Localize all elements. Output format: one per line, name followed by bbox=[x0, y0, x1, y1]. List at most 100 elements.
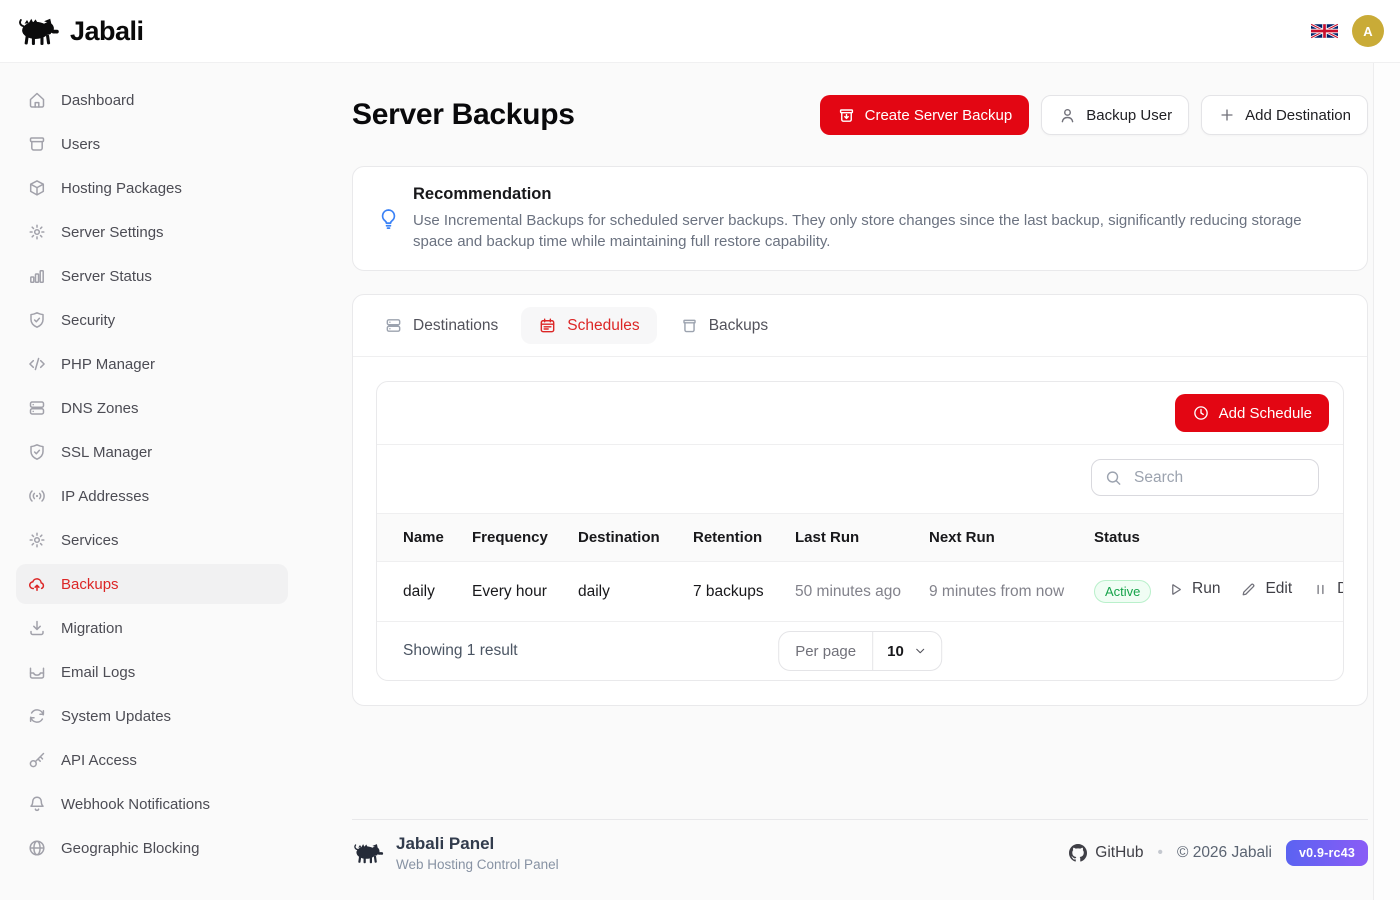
column-header-retention: Retention bbox=[693, 514, 795, 562]
recommendation-card: Recommendation Use Incremental Backups f… bbox=[352, 166, 1368, 271]
sidebar-item-api-access[interactable]: API Access bbox=[16, 740, 288, 780]
cell-name: daily bbox=[377, 562, 472, 622]
tab-backups[interactable]: Backups bbox=[663, 307, 785, 344]
sidebar-item-hosting-packages[interactable]: Hosting Packages bbox=[16, 168, 288, 208]
main-content: Server Backups Create Server Backup Back… bbox=[304, 63, 1400, 890]
sidebar-item-label: System Updates bbox=[61, 708, 171, 725]
pause-icon bbox=[1312, 581, 1329, 598]
sidebar-item-backups[interactable]: Backups bbox=[16, 564, 288, 604]
edit-action[interactable]: Edit bbox=[1240, 580, 1292, 598]
footer-tagline: Web Hosting Control Panel bbox=[396, 857, 559, 872]
column-header-next-run: Next Run bbox=[929, 514, 1094, 562]
cell-last-run: 50 minutes ago bbox=[795, 562, 929, 622]
schedules-table: Name Frequency Destination Retention Las… bbox=[377, 513, 1343, 622]
sidebar-item-server-settings[interactable]: Server Settings bbox=[16, 212, 288, 252]
github-icon bbox=[1069, 844, 1087, 862]
per-page-label: Per page bbox=[779, 632, 873, 670]
sidebar-item-label: Migration bbox=[61, 620, 123, 637]
sidebar-item-php-manager[interactable]: PHP Manager bbox=[16, 344, 288, 384]
version-badge: v0.9-rc43 bbox=[1286, 840, 1368, 866]
sidebar-item-webhook-notifications[interactable]: Webhook Notifications bbox=[16, 784, 288, 824]
sidebar-item-label: PHP Manager bbox=[61, 356, 155, 373]
sidebar-item-dashboard[interactable]: Dashboard bbox=[16, 80, 288, 120]
disable-action[interactable]: Disable bbox=[1312, 580, 1343, 598]
sidebar: Dashboard Users Hosting Packages Server … bbox=[0, 63, 304, 900]
button-label: Backup User bbox=[1086, 107, 1172, 124]
sidebar-item-label: Users bbox=[61, 136, 100, 153]
code-icon bbox=[27, 354, 47, 374]
boar-logo-icon bbox=[16, 16, 60, 46]
sidebar-item-ip-addresses[interactable]: IP Addresses bbox=[16, 476, 288, 516]
tab-label: Backups bbox=[709, 317, 768, 335]
user-avatar[interactable]: A bbox=[1352, 15, 1384, 47]
footer: Jabali Panel Web Hosting Control Panel G… bbox=[352, 819, 1368, 890]
brand-name: Jabali bbox=[70, 16, 144, 47]
per-page-select[interactable]: 10 bbox=[873, 632, 941, 670]
sidebar-item-label: API Access bbox=[61, 752, 137, 769]
sidebar-item-label: Geographic Blocking bbox=[61, 840, 199, 857]
download-icon bbox=[27, 618, 47, 638]
broadcast-icon bbox=[27, 486, 47, 506]
sidebar-item-server-status[interactable]: Server Status bbox=[16, 256, 288, 296]
footer-brand: Jabali Panel bbox=[396, 834, 559, 854]
add-destination-button[interactable]: Add Destination bbox=[1201, 95, 1368, 135]
top-bar: Jabali A bbox=[0, 0, 1400, 63]
results-summary: Showing 1 result bbox=[403, 642, 518, 660]
cell-retention: 7 backups bbox=[693, 562, 795, 622]
sidebar-item-security[interactable]: Security bbox=[16, 300, 288, 340]
backups-card: Destinations Schedules Backups Add Sched… bbox=[352, 294, 1368, 706]
sidebar-item-label: Server Status bbox=[61, 268, 152, 285]
sidebar-item-label: DNS Zones bbox=[61, 400, 139, 417]
recommendation-title: Recommendation bbox=[413, 185, 1343, 204]
sidebar-item-system-updates[interactable]: System Updates bbox=[16, 696, 288, 736]
tab-label: Destinations bbox=[413, 317, 498, 335]
per-page-control: Per page 10 bbox=[778, 631, 942, 671]
sidebar-item-label: Email Logs bbox=[61, 664, 135, 681]
language-flag-uk-icon[interactable] bbox=[1311, 22, 1338, 40]
add-schedule-button[interactable]: Add Schedule bbox=[1175, 394, 1329, 432]
home-icon bbox=[27, 90, 47, 110]
button-label: Create Server Backup bbox=[865, 107, 1013, 124]
globe-icon bbox=[27, 838, 47, 858]
run-action[interactable]: Run bbox=[1167, 580, 1220, 598]
sidebar-item-label: Server Settings bbox=[61, 224, 164, 241]
search-input[interactable] bbox=[1091, 459, 1319, 496]
recommendation-body: Use Incremental Backups for scheduled se… bbox=[413, 210, 1343, 252]
column-header-name: Name bbox=[377, 514, 472, 562]
sidebar-item-geographic-blocking[interactable]: Geographic Blocking bbox=[16, 828, 288, 868]
create-server-backup-button[interactable]: Create Server Backup bbox=[820, 95, 1030, 135]
github-link[interactable]: GitHub bbox=[1069, 844, 1143, 862]
cell-next-run: 9 minutes from now bbox=[929, 562, 1094, 622]
sidebar-item-users[interactable]: Users bbox=[16, 124, 288, 164]
calendar-icon bbox=[538, 316, 557, 335]
chevron-down-icon bbox=[913, 644, 927, 658]
scrollbar-track[interactable] bbox=[1373, 63, 1400, 900]
sidebar-item-label: Security bbox=[61, 312, 115, 329]
sidebar-item-email-logs[interactable]: Email Logs bbox=[16, 652, 288, 692]
inbox-icon bbox=[27, 662, 47, 682]
sidebar-item-services[interactable]: Services bbox=[16, 520, 288, 560]
action-label: Disable bbox=[1337, 580, 1343, 598]
column-header-destination: Destination bbox=[578, 514, 693, 562]
separator-dot: • bbox=[1158, 844, 1163, 862]
sidebar-item-dns-zones[interactable]: DNS Zones bbox=[16, 388, 288, 428]
backup-user-button[interactable]: Backup User bbox=[1041, 95, 1189, 135]
sidebar-item-migration[interactable]: Migration bbox=[16, 608, 288, 648]
github-label: GitHub bbox=[1095, 844, 1143, 862]
package-icon bbox=[27, 178, 47, 198]
sidebar-item-ssl-manager[interactable]: SSL Manager bbox=[16, 432, 288, 472]
tab-destinations[interactable]: Destinations bbox=[367, 307, 515, 344]
app-logo: Jabali bbox=[16, 16, 144, 47]
table-header-row: Name Frequency Destination Retention Las… bbox=[377, 514, 1343, 562]
pagination-bar: Showing 1 result Per page 10 bbox=[377, 622, 1343, 680]
gear-icon bbox=[27, 222, 47, 242]
button-label: Add Schedule bbox=[1219, 405, 1312, 422]
refresh-icon bbox=[27, 706, 47, 726]
action-label: Run bbox=[1192, 580, 1220, 598]
column-header-last-run: Last Run bbox=[795, 514, 929, 562]
sidebar-item-label: Services bbox=[61, 532, 119, 549]
tab-schedules[interactable]: Schedules bbox=[521, 307, 656, 344]
cell-frequency: Every hour bbox=[472, 562, 578, 622]
status-badge: Active bbox=[1094, 580, 1151, 603]
server-stack-icon bbox=[27, 398, 47, 418]
